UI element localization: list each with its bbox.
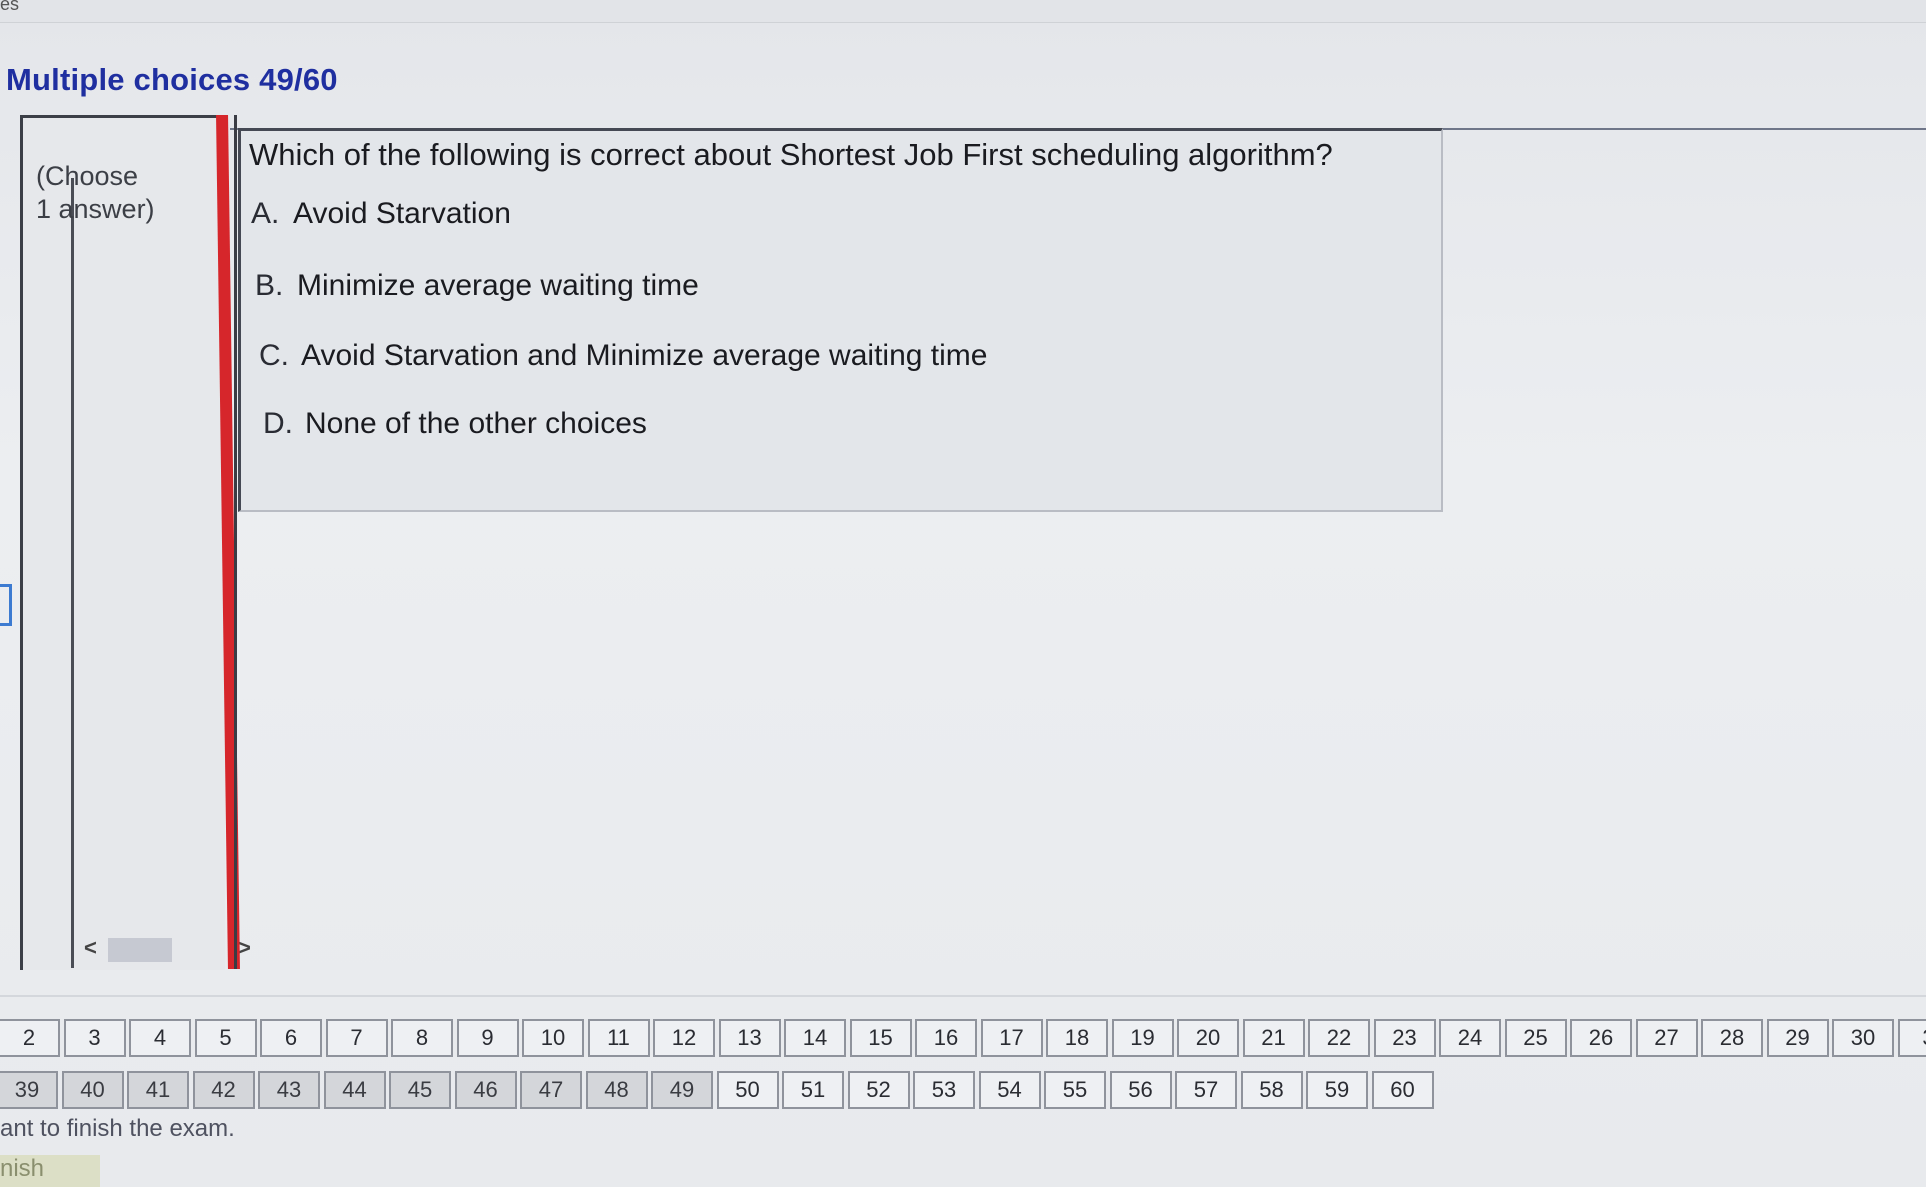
top-bar: es: [0, 0, 1926, 23]
question-nav-button[interactable]: 56: [1109, 1071, 1172, 1109]
nav-divider: [0, 995, 1926, 997]
answer-option-d[interactable]: D. None of the other choices: [263, 407, 647, 441]
exam-window: es Multiple choices 49/60 (Choose 1 answ…: [0, 0, 1926, 1187]
option-letter: C.: [259, 339, 289, 372]
answer-option-a[interactable]: A. Avoid Starvation: [251, 197, 511, 231]
question-nav-button[interactable]: 17: [980, 1019, 1043, 1057]
option-letter: A.: [251, 197, 280, 230]
splitter-edge: [234, 115, 237, 969]
question-nav-button[interactable]: 21: [1242, 1019, 1305, 1057]
question-nav-button[interactable]: 30: [1832, 1019, 1894, 1057]
question-nav-button[interactable]: 49: [651, 1071, 713, 1109]
finish-message: ant to finish the exam.: [0, 1115, 235, 1142]
option-letter: B.: [255, 269, 284, 302]
answer-option-c[interactable]: C. Avoid Starvation and Minimize average …: [259, 339, 987, 373]
question-nav-button[interactable]: 60: [1371, 1071, 1434, 1109]
question-nav-button[interactable]: 9: [456, 1019, 519, 1057]
question-nav-button[interactable]: 3: [1897, 1019, 1926, 1057]
question-nav-button[interactable]: 19: [1111, 1019, 1174, 1057]
question-panel: Which of the following is correct about …: [238, 128, 1443, 512]
question-nav-button[interactable]: 10: [522, 1019, 584, 1057]
question-nav-button[interactable]: 2: [0, 1019, 60, 1057]
scroll-thumb[interactable]: [108, 938, 172, 962]
question-nav-button[interactable]: 39: [0, 1071, 58, 1109]
question-nav-button[interactable]: 18: [1046, 1019, 1108, 1057]
answer-option-b[interactable]: B. Minimize average waiting time: [255, 269, 699, 303]
question-nav-button[interactable]: 4: [129, 1019, 191, 1057]
question-nav-button[interactable]: 3: [63, 1019, 126, 1057]
question-nav-button[interactable]: 44: [323, 1071, 386, 1109]
question-nav-button[interactable]: 16: [915, 1019, 977, 1057]
question-nav-button[interactable]: 5: [194, 1019, 257, 1057]
question-nav-button[interactable]: 15: [849, 1019, 912, 1057]
question-nav-button[interactable]: 24: [1439, 1019, 1501, 1057]
question-nav-button[interactable]: 59: [1306, 1071, 1368, 1109]
option-text: None of the other choices: [305, 407, 647, 440]
question-nav-button[interactable]: 42: [192, 1071, 255, 1109]
left-edge-control[interactable]: [0, 584, 12, 626]
question-nav-button[interactable]: 48: [585, 1071, 648, 1109]
question-nav-button[interactable]: 22: [1308, 1019, 1370, 1057]
question-nav-button[interactable]: 51: [782, 1071, 844, 1109]
question-nav-button[interactable]: 29: [1766, 1019, 1829, 1057]
option-text: Avoid Starvation: [293, 197, 511, 230]
question-nav-button[interactable]: 41: [127, 1071, 189, 1109]
scroll-left-icon[interactable]: <: [84, 935, 97, 961]
section-title: Multiple choices 49/60: [6, 62, 338, 97]
question-nav-button[interactable]: 54: [978, 1071, 1041, 1109]
question-nav-button[interactable]: 55: [1044, 1071, 1106, 1109]
panel-divider: [71, 178, 74, 968]
question-nav-button[interactable]: 14: [784, 1019, 846, 1057]
question-nav-button[interactable]: 47: [520, 1071, 582, 1109]
question-nav-button[interactable]: 57: [1175, 1071, 1237, 1109]
question-nav-button[interactable]: 26: [1570, 1019, 1632, 1057]
question-nav-button[interactable]: 27: [1635, 1019, 1698, 1057]
question-nav-button[interactable]: 43: [258, 1071, 320, 1109]
question-text: Which of the following is correct about …: [249, 137, 1333, 172]
option-text: Avoid Starvation and Minimize average wa…: [301, 339, 988, 372]
question-nav-button[interactable]: 7: [325, 1019, 388, 1057]
question-nav-button[interactable]: 11: [587, 1019, 650, 1057]
question-nav-button[interactable]: 58: [1240, 1071, 1303, 1109]
question-nav-button[interactable]: 8: [391, 1019, 453, 1057]
option-text: Minimize average waiting time: [297, 269, 699, 302]
option-letter: D.: [263, 407, 293, 440]
question-nav-button[interactable]: 46: [454, 1071, 517, 1109]
question-nav-button[interactable]: 25: [1504, 1019, 1567, 1057]
question-nav-button[interactable]: 13: [718, 1019, 781, 1057]
question-nav-button[interactable]: 45: [389, 1071, 451, 1109]
question-nav-button[interactable]: 20: [1177, 1019, 1239, 1057]
question-nav-button[interactable]: 40: [61, 1071, 124, 1109]
question-nav-button[interactable]: 12: [653, 1019, 715, 1057]
choose-instruction: (Choose 1 answer): [36, 161, 155, 224]
top-bar-fragment: es: [0, 0, 20, 14]
instruction-panel: [20, 115, 225, 970]
question-nav-button[interactable]: 23: [1373, 1019, 1436, 1057]
question-nav-button[interactable]: 6: [260, 1019, 322, 1057]
question-nav-button[interactable]: 28: [1701, 1019, 1763, 1057]
finish-button[interactable]: nish: [0, 1155, 100, 1187]
question-nav-button[interactable]: 50: [716, 1071, 779, 1109]
question-nav-button[interactable]: 53: [913, 1071, 975, 1109]
question-nav-button[interactable]: 52: [847, 1071, 910, 1109]
